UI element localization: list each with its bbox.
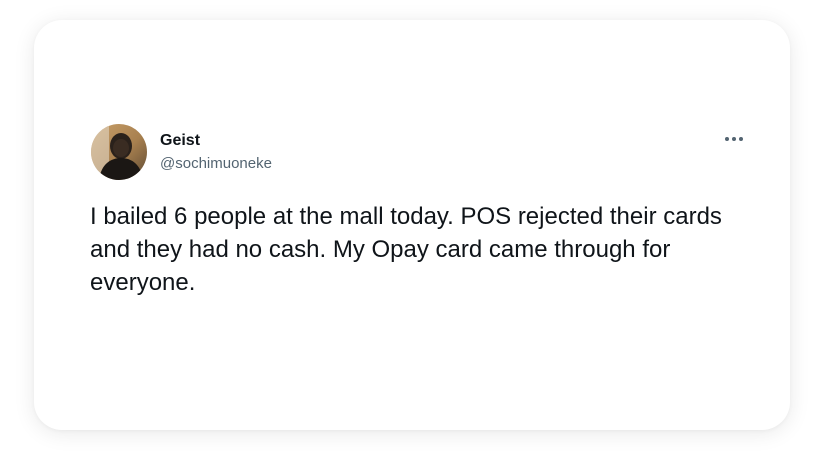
more-options-button[interactable] [721, 129, 747, 149]
author-display-name[interactable]: Geist [160, 131, 272, 151]
tweet-card: Geist @sochimuoneke I bailed 6 people at… [34, 20, 790, 430]
author-names: Geist @sochimuoneke [160, 131, 272, 174]
avatar[interactable] [91, 124, 147, 180]
ellipsis-horizontal-icon [725, 137, 743, 141]
tweet-header: Geist @sochimuoneke [91, 124, 272, 180]
avatar-photo-icon [91, 124, 147, 180]
tweet-text: I bailed 6 people at the mall today. POS… [90, 203, 722, 296]
author-handle[interactable]: @sochimuoneke [160, 154, 272, 174]
screenshot-canvas: Geist @sochimuoneke I bailed 6 people at… [0, 0, 822, 475]
